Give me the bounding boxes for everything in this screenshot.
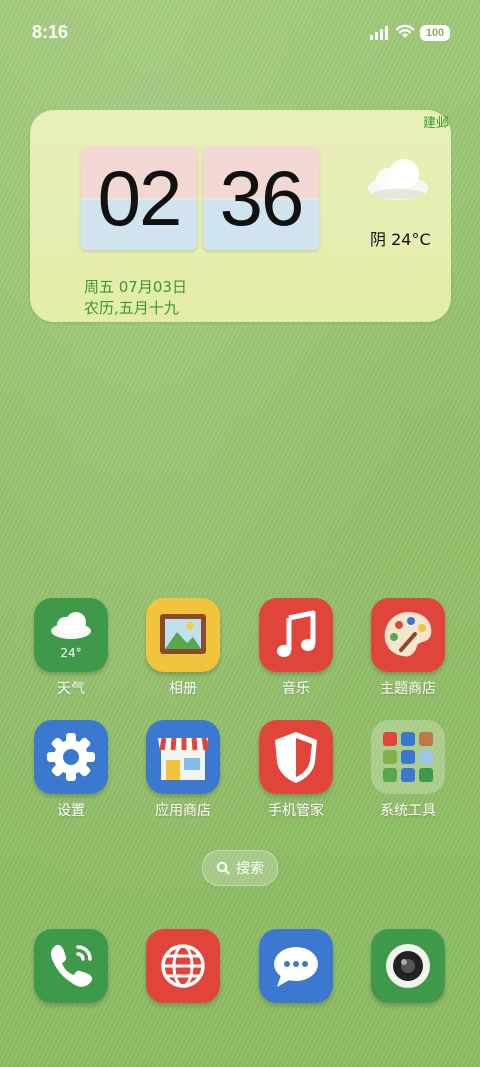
- clock-weather-widget[interactable]: 建邺 02 36 阴 24°C 周五 07月03日 农历,五月十九: [30, 110, 451, 322]
- dock-camera[interactable]: [360, 929, 456, 1003]
- camera-icon: [371, 929, 445, 1003]
- clock-hour-text: 02: [97, 154, 183, 242]
- clock-minute: 36: [203, 146, 319, 250]
- weather-text: 阴 24°C: [370, 230, 431, 249]
- app-phone-manager[interactable]: 手机管家: [248, 720, 344, 820]
- clock-hour: 02: [81, 146, 197, 250]
- battery-icon: 100: [420, 25, 450, 41]
- shield-icon: [259, 720, 333, 794]
- app-settings[interactable]: 设置: [23, 720, 119, 820]
- app-label: 主题商店: [380, 681, 436, 697]
- lunar-date-text: 农历,五月十九: [84, 299, 179, 317]
- weather-icon: 24°: [34, 598, 108, 672]
- app-label: 天气: [57, 681, 85, 697]
- app-app-store[interactable]: 应用商店: [135, 720, 231, 820]
- dock-browser[interactable]: [135, 929, 231, 1003]
- date-text: 周五 07月03日: [84, 278, 187, 296]
- browser-icon: [146, 929, 220, 1003]
- app-label: 手机管家: [268, 803, 324, 819]
- palette-icon: [371, 598, 445, 672]
- app-label: 相册: [169, 681, 197, 697]
- messages-icon: [259, 929, 333, 1003]
- phone-icon: [34, 929, 108, 1003]
- app-weather[interactable]: 24° 天气: [23, 598, 119, 698]
- app-system-tools-folder[interactable]: 系统工具: [360, 720, 456, 820]
- store-icon: [146, 720, 220, 794]
- app-theme-store[interactable]: 主题商店: [360, 598, 456, 698]
- search-label: 搜索: [236, 861, 264, 877]
- cloud-icon: [366, 154, 430, 206]
- wifi-icon: [394, 22, 416, 44]
- app-gallery[interactable]: 相册: [135, 598, 231, 698]
- app-music[interactable]: 音乐: [248, 598, 344, 698]
- widget-city: 建邺: [422, 116, 449, 131]
- search-button[interactable]: 搜索: [202, 850, 278, 886]
- status-time: 8:16: [32, 22, 69, 42]
- app-label: 应用商店: [155, 803, 211, 819]
- gear-icon: [34, 720, 108, 794]
- music-icon: [259, 598, 333, 672]
- status-bar: 8:16 100: [0, 0, 480, 68]
- signal-icon: [370, 26, 388, 40]
- app-label: 系统工具: [380, 803, 436, 819]
- folder-icon: [371, 720, 445, 794]
- dock-phone[interactable]: [23, 929, 119, 1003]
- clock-minute-text: 36: [219, 154, 305, 242]
- gallery-icon: [146, 598, 220, 672]
- weather-temp-badge: 24°: [60, 646, 82, 660]
- app-label: 设置: [57, 803, 85, 819]
- search-icon: [216, 861, 230, 875]
- dock-messages[interactable]: [248, 929, 344, 1003]
- app-label: 音乐: [282, 681, 310, 697]
